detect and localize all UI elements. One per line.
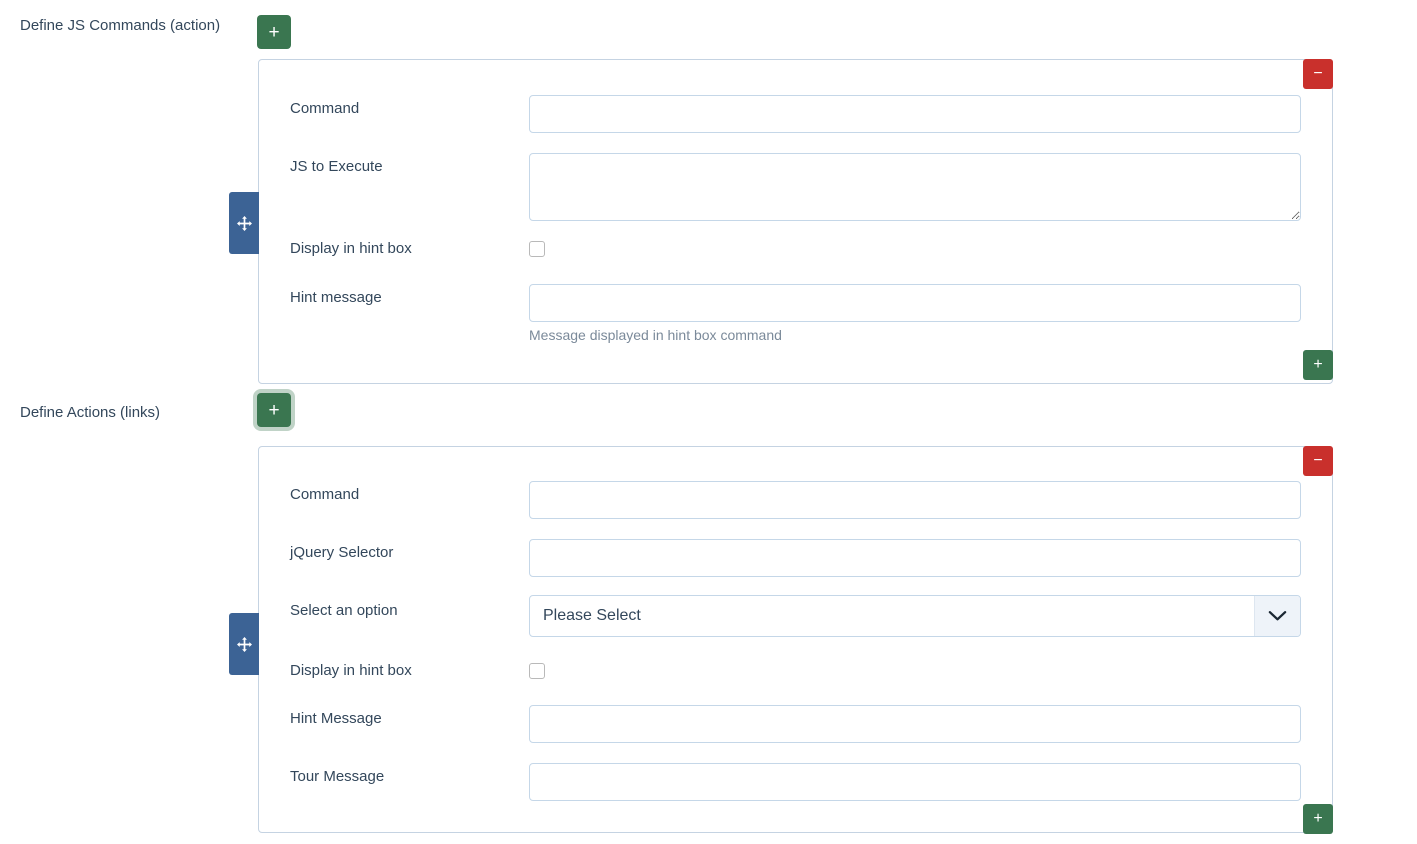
field-label-hint-message: Hint message xyxy=(290,289,382,306)
field-label-select-an-option: Select an option xyxy=(290,602,398,619)
field-control-js-to-execute xyxy=(529,153,1301,225)
field-control-tour-message xyxy=(529,763,1301,801)
command-input[interactable] xyxy=(529,95,1301,133)
action-command-input[interactable] xyxy=(529,481,1301,519)
option-select[interactable]: Please Select xyxy=(529,595,1301,637)
remove-js-command-button[interactable]: − xyxy=(1303,59,1333,89)
js-to-execute-textarea[interactable] xyxy=(529,153,1301,221)
move-arrows-icon xyxy=(236,215,252,231)
field-label-command: Command xyxy=(290,100,360,117)
field-label-display-in-hint-box: Display in hint box xyxy=(290,240,412,257)
field-control-hint-message xyxy=(529,284,1301,322)
field-label-js-to-execute: JS to Execute xyxy=(290,158,383,175)
action-link-drag-handle[interactable] xyxy=(229,613,259,675)
option-select-value: Please Select xyxy=(543,607,641,624)
add-js-command-button[interactable]: + xyxy=(257,15,291,49)
field-label-jquery-selector: jQuery Selector xyxy=(290,544,394,561)
field-control-jquery-selector xyxy=(529,539,1301,577)
field-label-action-display-in-hint-box: Display in hint box xyxy=(290,662,412,679)
add-js-command-row-button[interactable]: + xyxy=(1303,350,1333,380)
field-control-select-an-option: Please Select xyxy=(529,595,1301,637)
chevron-down-icon[interactable] xyxy=(1254,596,1300,636)
action-link-panel: Command jQuery Selector Select an option… xyxy=(258,446,1333,833)
field-label-action-hint-message: Hint Message xyxy=(290,710,382,727)
field-control-action-display-in-hint-box xyxy=(529,663,545,679)
field-control-display-in-hint-box xyxy=(529,241,545,257)
tour-message-input[interactable] xyxy=(529,763,1301,801)
js-command-panel: Command JS to Execute Display in hint bo… xyxy=(258,59,1333,384)
hint-message-help-text: Message displayed in hint box command xyxy=(529,327,782,343)
jquery-selector-input[interactable] xyxy=(529,539,1301,577)
move-arrows-icon xyxy=(236,636,252,652)
action-display-in-hint-box-checkbox[interactable] xyxy=(529,663,545,679)
section-label-actions-links: Define Actions (links) xyxy=(20,404,161,421)
action-hint-message-input[interactable] xyxy=(529,705,1301,743)
field-label-tour-message: Tour Message xyxy=(290,768,385,785)
remove-action-link-button[interactable]: − xyxy=(1303,446,1333,476)
add-action-link-button[interactable]: + xyxy=(257,393,291,427)
field-control-action-hint-message xyxy=(529,705,1301,743)
add-action-link-row-button[interactable]: + xyxy=(1303,804,1333,834)
field-control-command xyxy=(529,95,1301,133)
display-in-hint-box-checkbox[interactable] xyxy=(529,241,545,257)
section-label-js-commands: Define JS Commands (action) xyxy=(20,17,221,34)
js-command-drag-handle[interactable] xyxy=(229,192,259,254)
field-label-action-command: Command xyxy=(290,486,360,503)
hint-message-input[interactable] xyxy=(529,284,1301,322)
field-control-action-command xyxy=(529,481,1301,519)
